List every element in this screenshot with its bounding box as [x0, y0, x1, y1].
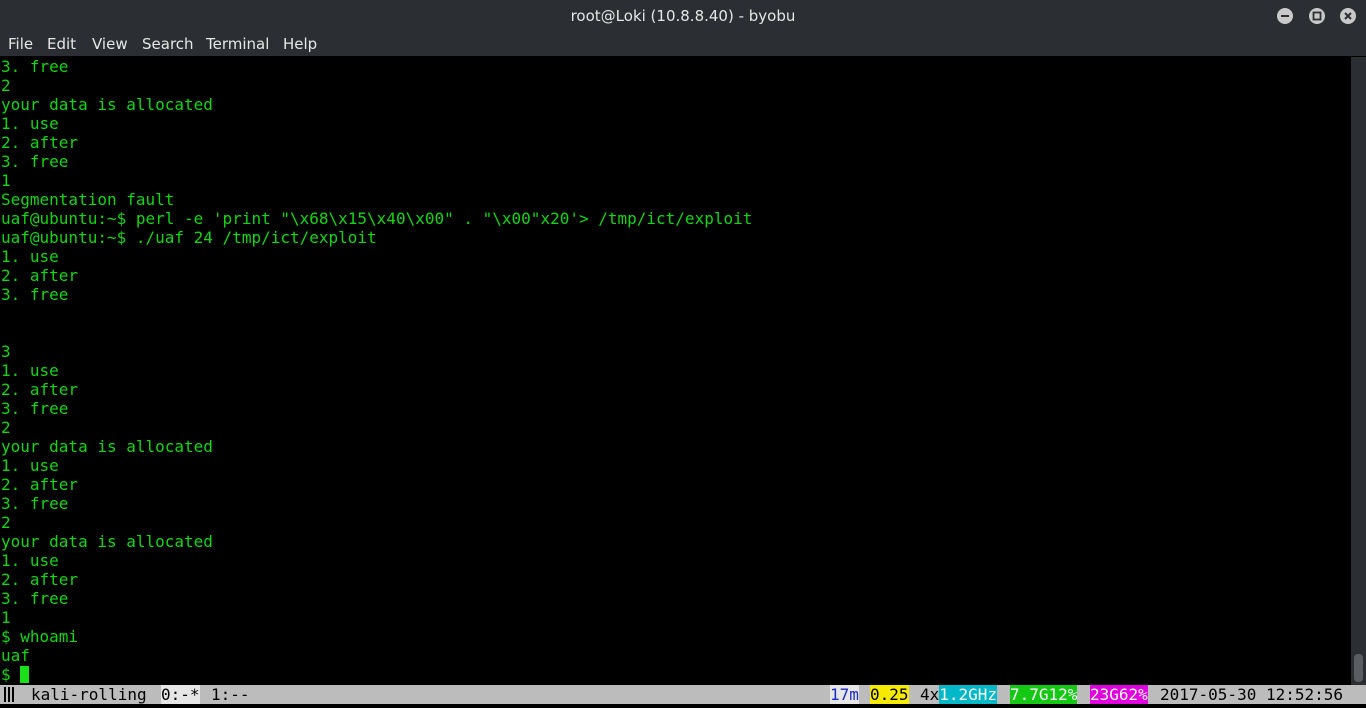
menu-help[interactable]: Help — [283, 32, 317, 56]
terminal-line: 2. after — [1, 570, 79, 589]
maximize-button[interactable] — [1309, 8, 1325, 24]
terminal-prompt: $ — [1, 665, 21, 684]
byobu-logo-icon — [4, 687, 14, 702]
terminal-line: your data is allocated — [1, 532, 213, 551]
load-average-indicator: 0.25 — [870, 685, 909, 704]
disk-indicator: 23G62% — [1090, 685, 1148, 704]
terminal-line: Segmentation fault — [1, 190, 175, 209]
terminal-line: 3. free — [1, 152, 69, 171]
terminal-line: 2 — [1, 418, 11, 437]
menu-view[interactable]: View — [92, 32, 128, 56]
terminal-line: 1 — [1, 171, 11, 190]
cpu-frequency: 1.2GHz — [939, 685, 998, 704]
terminal-line: 2 — [1, 76, 11, 95]
terminal-line: 1. use — [1, 551, 59, 570]
terminal-line: 3. free — [1, 399, 69, 418]
terminal-prompt-line[interactable]: $ — [0, 665, 1351, 684]
window-tab-1[interactable]: 1:-- — [211, 685, 250, 704]
terminal-line: 1. use — [1, 114, 59, 133]
maximize-icon — [1312, 11, 1322, 21]
menu-bar: File Edit View Search Terminal Help — [0, 32, 1366, 56]
terminal-line: $ whoami — [1, 627, 79, 646]
date-time: 2017-05-30 12:52:56 — [1160, 685, 1344, 704]
minimize-button[interactable] — [1277, 8, 1293, 24]
memory-indicator: 7.7G12% — [1010, 685, 1078, 704]
text-cursor — [20, 666, 30, 683]
vertical-scrollbar[interactable] — [1351, 57, 1366, 685]
title-bar: root@Loki (10.8.8.40) - byobu — [0, 0, 1366, 32]
terminal-line: 1. use — [1, 361, 59, 380]
terminal-line: uaf@ubuntu:~$ ./uaf 24 /tmp/ict/exploit — [1, 228, 377, 247]
terminal-line: 1. use — [1, 456, 59, 475]
menu-file[interactable]: File — [8, 32, 33, 56]
session-name: kali-rolling — [31, 685, 147, 704]
terminal-line: 3. free — [1, 57, 69, 76]
terminal-window: root@Loki (10.8.8.40) - byobu File Edit … — [0, 0, 1366, 708]
terminal-line: your data is allocated — [1, 95, 213, 114]
minimize-icon — [1281, 15, 1289, 17]
terminal-line: 2. after — [1, 380, 79, 399]
terminal-line: 3. free — [1, 285, 69, 304]
terminal-line: 1. use — [1, 247, 59, 266]
terminal-line: 2. after — [1, 133, 79, 152]
terminal-line: 3. free — [1, 494, 69, 513]
scrollbar-thumb[interactable] — [1354, 654, 1363, 682]
byobu-status-bar: kali-rolling 0:-* 1:-- 17m 0.25 4x1.2GHz… — [0, 685, 1366, 704]
cpu-indicator: 4x1.2GHz — [920, 685, 998, 704]
cpu-count: 4x — [920, 685, 940, 704]
terminal-line: uaf — [1, 646, 30, 665]
menu-edit[interactable]: Edit — [47, 32, 76, 56]
menu-search[interactable]: Search — [142, 32, 194, 56]
menu-terminal[interactable]: Terminal — [206, 32, 269, 56]
terminal-line: 1 — [1, 608, 11, 627]
terminal-line: 2 — [1, 513, 11, 532]
terminal-line: 3. free — [1, 589, 69, 608]
terminal-line: 3 — [1, 342, 11, 361]
window-title: root@Loki (10.8.8.40) - byobu — [570, 7, 796, 25]
uptime-indicator: 17m — [830, 685, 859, 704]
terminal-line: 2. after — [1, 266, 79, 285]
close-button[interactable] — [1340, 8, 1356, 24]
close-icon — [1344, 12, 1352, 20]
terminal-line: uaf@ubuntu:~$ perl -e 'print "\x68\x15\x… — [1, 209, 753, 228]
terminal-line: your data is allocated — [1, 437, 213, 456]
window-tab-0[interactable]: 0:-* — [161, 685, 200, 704]
terminal-line: 2. after — [1, 475, 79, 494]
terminal-output[interactable]: 3. free 2 your data is allocated 1. use … — [0, 57, 1351, 685]
